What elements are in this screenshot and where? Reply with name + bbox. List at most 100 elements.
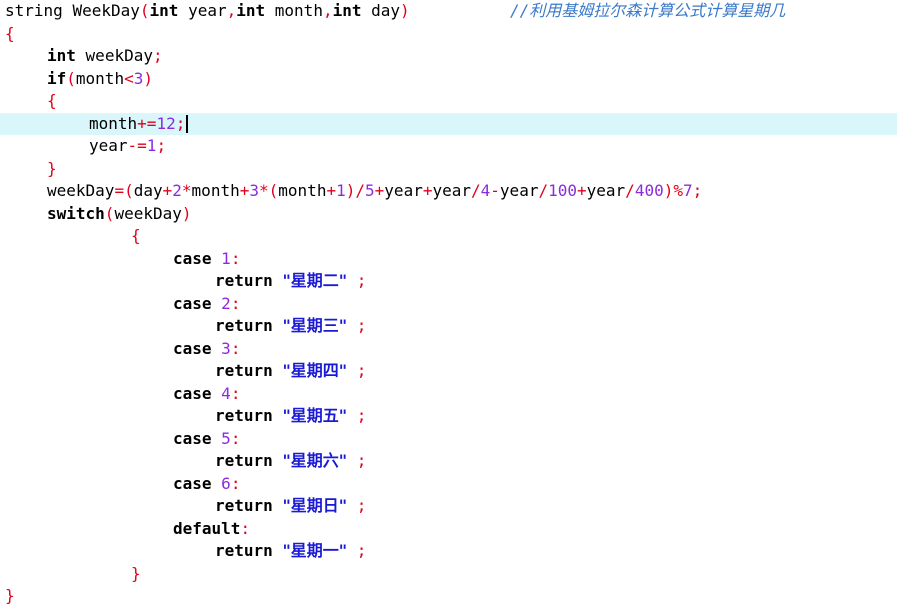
return-keyword: return bbox=[215, 496, 273, 515]
string-literal: "星期三" bbox=[282, 316, 348, 335]
semicolon: ; bbox=[152, 46, 163, 65]
brace: } bbox=[47, 158, 57, 178]
semicolon: ; bbox=[356, 316, 367, 335]
number: 2 bbox=[172, 181, 182, 200]
code-line[interactable]: } bbox=[0, 563, 897, 586]
code-line[interactable]: string WeekDay(int year,int month,int da… bbox=[0, 0, 897, 23]
code-line[interactable]: } bbox=[0, 158, 897, 181]
semicolon: ; bbox=[692, 181, 703, 200]
identifier: month bbox=[75, 68, 125, 88]
comma: , bbox=[226, 1, 237, 20]
code-editor[interactable]: string WeekDay(int year,int month,int da… bbox=[0, 0, 897, 607]
code-line[interactable]: switch(weekDay) bbox=[0, 203, 897, 226]
paren: ) bbox=[143, 68, 153, 88]
code-line[interactable]: return "星期三" ; bbox=[0, 315, 897, 338]
operator: + bbox=[326, 181, 337, 200]
code-line[interactable]: return "星期二" ; bbox=[0, 270, 897, 293]
return-keyword: return bbox=[215, 541, 273, 560]
code-line[interactable]: weekDay=(day+2*month+3*(month+1)/5+year+… bbox=[0, 180, 897, 203]
number: 400 bbox=[634, 181, 664, 200]
number: 4 bbox=[480, 181, 491, 200]
number: 3 bbox=[221, 338, 231, 358]
code-line[interactable]: { bbox=[0, 90, 897, 113]
brace: { bbox=[131, 226, 141, 245]
operator: * bbox=[259, 181, 269, 200]
code-line[interactable]: return "星期日" ; bbox=[0, 495, 897, 518]
number: 100 bbox=[548, 181, 577, 200]
semicolon: ; bbox=[356, 451, 367, 470]
code-line[interactable]: year-=1; bbox=[0, 135, 897, 158]
code-line[interactable]: int weekDay; bbox=[0, 45, 897, 68]
number: 5 bbox=[221, 428, 231, 448]
case-keyword: case bbox=[173, 473, 212, 493]
operator: % bbox=[673, 181, 683, 200]
code-line[interactable]: return "星期六" ; bbox=[0, 450, 897, 473]
number: 3 bbox=[133, 68, 144, 88]
number: 7 bbox=[683, 181, 693, 200]
colon: : bbox=[230, 293, 241, 313]
return-keyword: return bbox=[215, 451, 273, 470]
colon: : bbox=[230, 383, 241, 403]
case-keyword: case bbox=[173, 293, 212, 313]
code-line[interactable]: if(month<3) bbox=[0, 68, 897, 91]
code-line[interactable]: return "星期四" ; bbox=[0, 360, 897, 383]
operator: < bbox=[124, 68, 134, 88]
string-literal: "星期日" bbox=[282, 496, 348, 515]
case-keyword: case bbox=[173, 383, 212, 403]
number: 4 bbox=[221, 383, 231, 403]
identifier: day bbox=[133, 181, 163, 200]
param-month: month bbox=[274, 1, 323, 20]
current-code-line[interactable]: month+=12; bbox=[0, 112, 897, 135]
identifier: weekDay bbox=[85, 46, 153, 65]
number: 1 bbox=[146, 136, 157, 155]
return-keyword: return bbox=[215, 361, 273, 380]
code-line[interactable]: return "星期五" ; bbox=[0, 405, 897, 428]
code-line[interactable]: case 2: bbox=[0, 293, 897, 316]
semicolon: ; bbox=[156, 136, 167, 155]
code-line[interactable]: case 1: bbox=[0, 248, 897, 271]
identifier: year bbox=[432, 181, 471, 200]
code-line[interactable]: { bbox=[0, 23, 897, 46]
paren: ( bbox=[66, 68, 76, 88]
operator: + bbox=[374, 181, 385, 200]
number: 3 bbox=[249, 181, 259, 200]
operator: - bbox=[490, 181, 500, 200]
operator: / bbox=[471, 181, 481, 200]
operator: * bbox=[181, 181, 192, 200]
paren: ) bbox=[345, 181, 356, 200]
return-keyword: return bbox=[215, 316, 273, 335]
code-line[interactable]: case 3: bbox=[0, 338, 897, 361]
code-line[interactable]: default: bbox=[0, 518, 897, 541]
code-line[interactable]: { bbox=[0, 225, 897, 248]
code-line[interactable]: } bbox=[0, 585, 897, 607]
colon: : bbox=[240, 518, 251, 538]
operator: + bbox=[162, 181, 173, 200]
code-line[interactable]: return "星期一" ; bbox=[0, 540, 897, 563]
code-line[interactable]: case 4: bbox=[0, 383, 897, 406]
paren: ( bbox=[268, 181, 279, 200]
return-keyword: return bbox=[215, 406, 273, 425]
code-line[interactable]: case 6: bbox=[0, 473, 897, 496]
return-keyword: return bbox=[215, 271, 273, 290]
type-keyword: int bbox=[47, 46, 76, 65]
code-line[interactable]: case 5: bbox=[0, 428, 897, 451]
semicolon: ; bbox=[356, 496, 367, 515]
semicolon: ; bbox=[356, 541, 367, 560]
paren: ) bbox=[663, 181, 674, 200]
semicolon: ; bbox=[175, 113, 186, 133]
